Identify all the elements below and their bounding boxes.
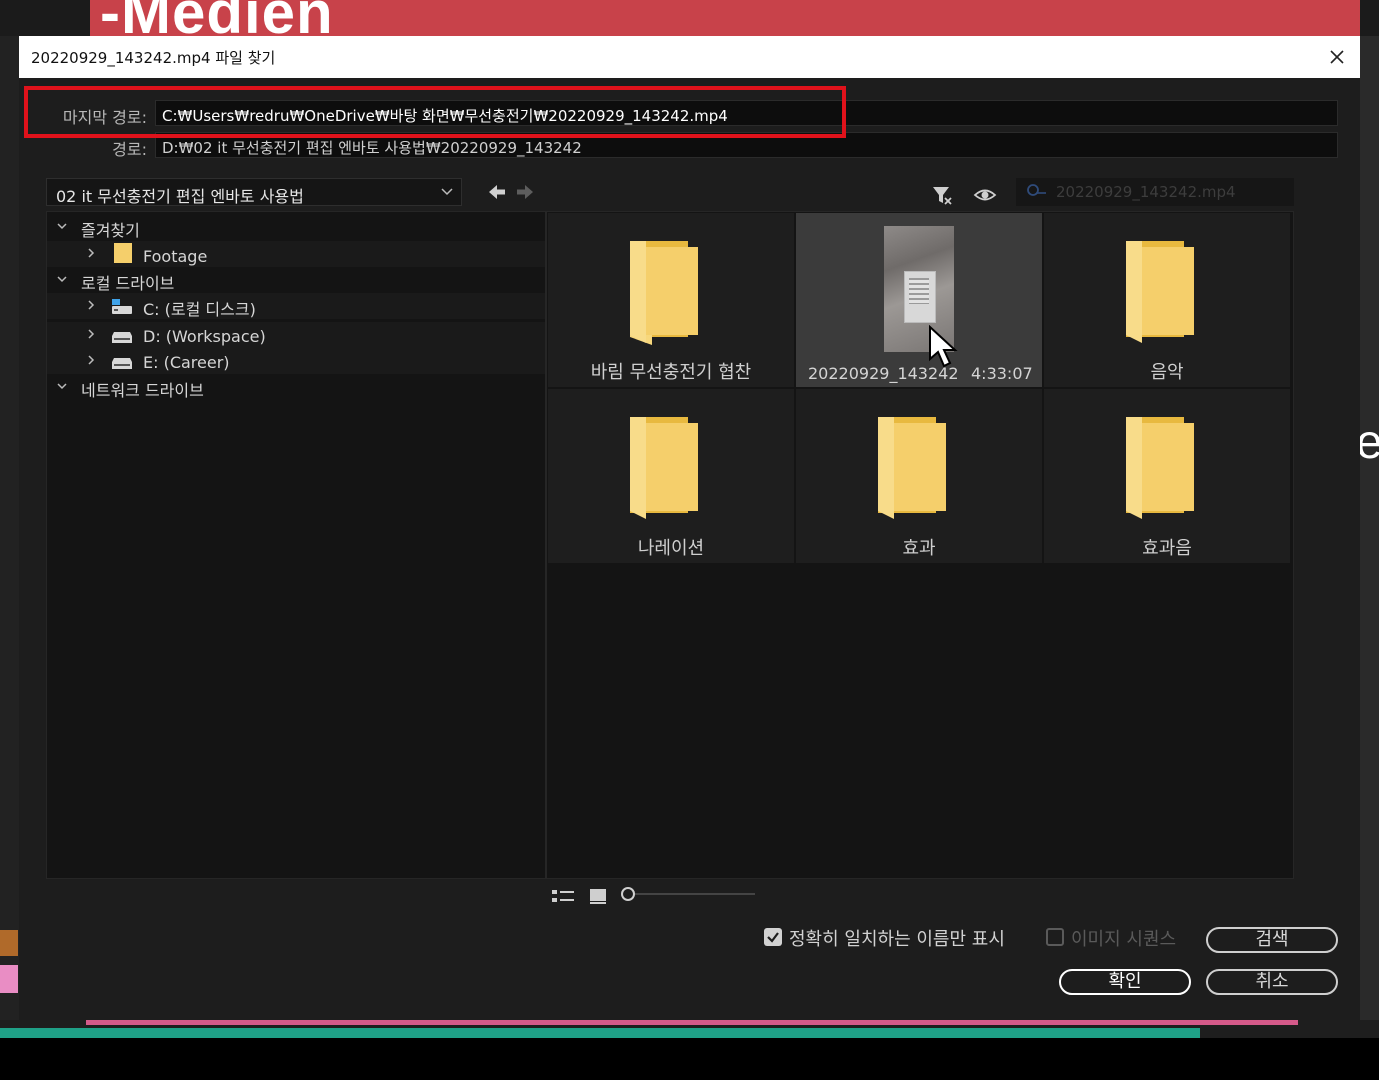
background-audio-track — [0, 1028, 1200, 1038]
grid-item-folder[interactable]: 나레이션 — [548, 389, 794, 563]
background-left-panel — [0, 36, 20, 1036]
dialog-titlebar[interactable]: 20220929_143242.mp4 파일 찾기 — [19, 36, 1360, 78]
browser-toolbar: 20220929_143242.mp4 — [546, 178, 1294, 212]
tree-item-label: C: (로컬 디스크) — [143, 300, 256, 319]
ok-button[interactable]: 확인 — [1059, 969, 1191, 995]
folder-icon — [114, 243, 132, 263]
tree-item-footage[interactable]: Footage — [47, 241, 545, 267]
eye-icon[interactable] — [973, 184, 997, 206]
tree-item-drive-e[interactable]: E: (Career) — [47, 348, 545, 374]
background-taskbar-area — [0, 1038, 1379, 1080]
tree-item-label: D: (Workspace) — [143, 327, 266, 346]
grid-item-folder[interactable]: 음악 — [1044, 213, 1290, 387]
chevron-right-icon[interactable] — [85, 328, 97, 340]
exact-match-label: 정확히 일치하는 이름만 표시 — [789, 929, 1005, 950]
zoom-slider-track[interactable] — [625, 893, 755, 895]
tree-item-drive-c[interactable]: C: (로컬 디스크) — [47, 293, 545, 319]
chevron-down-icon[interactable] — [56, 380, 68, 392]
cancel-button[interactable]: 취소 — [1206, 969, 1338, 995]
file-grid: 바림 무선충전기 협찬 20220929_143242 4:33:07 음악 나… — [546, 211, 1294, 879]
folder-dropdown[interactable]: 02 it 무선충전기 편집 엔바토 사용법 — [46, 178, 462, 206]
drive-icon — [112, 358, 132, 369]
mouse-cursor-icon — [929, 325, 958, 368]
search-button[interactable]: 검색 — [1206, 927, 1338, 953]
find-file-dialog: 20220929_143242.mp4 파일 찾기 마지막 경로: C:₩Use… — [19, 36, 1360, 1020]
tree-item-label: E: (Career) — [143, 353, 230, 372]
system-drive-icon — [112, 299, 132, 314]
chevron-down-icon — [441, 188, 453, 196]
folder-dropdown-value: 02 it 무선충전기 편집 엔바토 사용법 — [56, 187, 304, 206]
grid-item-name: 효과 — [902, 538, 936, 559]
grid-item-folder[interactable]: 효과음 — [1044, 389, 1290, 563]
filter-icon[interactable] — [931, 184, 953, 206]
grid-item-name: 바림 무선충전기 협찬 — [590, 362, 752, 383]
path-label: 경로: — [112, 140, 147, 159]
tree-favorites-label: 즐겨찾기 — [81, 221, 140, 240]
tree-item-label: Footage — [143, 247, 208, 266]
folder-icon — [630, 417, 698, 519]
grid-item-folder[interactable]: 효과 — [796, 389, 1042, 563]
annotation-highlight-box — [24, 86, 846, 138]
tree-item-drive-d[interactable]: D: (Workspace) — [47, 322, 545, 348]
chevron-right-icon[interactable] — [85, 247, 97, 259]
forward-arrow-icon[interactable] — [515, 182, 535, 202]
grid-item-name: 나레이션 — [637, 538, 705, 559]
close-icon[interactable] — [1324, 44, 1350, 70]
chevron-down-icon[interactable] — [56, 273, 68, 285]
icon-view-icon[interactable] — [588, 886, 608, 906]
folder-icon — [878, 417, 946, 519]
exact-match-checkbox[interactable] — [764, 928, 782, 946]
chevron-down-icon[interactable] — [56, 220, 68, 232]
background-timeline-clip — [0, 965, 18, 993]
checkmark-icon — [767, 932, 779, 943]
search-icon — [1027, 184, 1046, 196]
dialog-title: 20220929_143242.mp4 파일 찾기 — [31, 49, 276, 67]
chevron-right-icon[interactable] — [85, 354, 97, 366]
image-sequence-checkbox[interactable] — [1046, 928, 1064, 946]
video-duration: 4:33:07 — [971, 364, 1033, 383]
background-right-panel — [1359, 36, 1379, 1036]
tree-local-drives-label: 로컬 드라이브 — [81, 274, 175, 293]
tree-network-drives-label: 네트워크 드라이브 — [81, 381, 204, 400]
background-timeline-clip — [0, 930, 18, 956]
search-input[interactable]: 20220929_143242.mp4 — [1016, 178, 1294, 206]
tree-favorites[interactable]: 즐겨찾기 — [47, 214, 545, 240]
grid-item-name: 음악 — [1150, 362, 1184, 383]
search-placeholder: 20220929_143242.mp4 — [1056, 183, 1236, 201]
zoom-slider-handle[interactable] — [621, 887, 635, 901]
list-view-icon[interactable] — [551, 886, 575, 906]
folder-icon — [1126, 417, 1194, 519]
folder-icon — [1126, 241, 1194, 343]
grid-item-video[interactable]: 20220929_143242 4:33:07 — [796, 213, 1042, 387]
grid-item-folder[interactable]: 바림 무선충전기 협찬 — [548, 213, 794, 387]
tree-network-drives[interactable]: 네트워크 드라이브 — [47, 374, 545, 400]
grid-item-name: 효과음 — [1142, 538, 1192, 559]
folder-icon — [630, 241, 698, 345]
image-sequence-label: 이미지 시퀀스 — [1071, 929, 1177, 950]
drive-icon — [112, 332, 132, 343]
folder-tree: 즐겨찾기 Footage 로컬 드라이브 C: (로컬 디스크) D: (Wor… — [46, 211, 546, 879]
back-arrow-icon[interactable] — [487, 182, 507, 202]
tree-local-drives[interactable]: 로컬 드라이브 — [47, 267, 545, 293]
chevron-right-icon[interactable] — [85, 299, 97, 311]
